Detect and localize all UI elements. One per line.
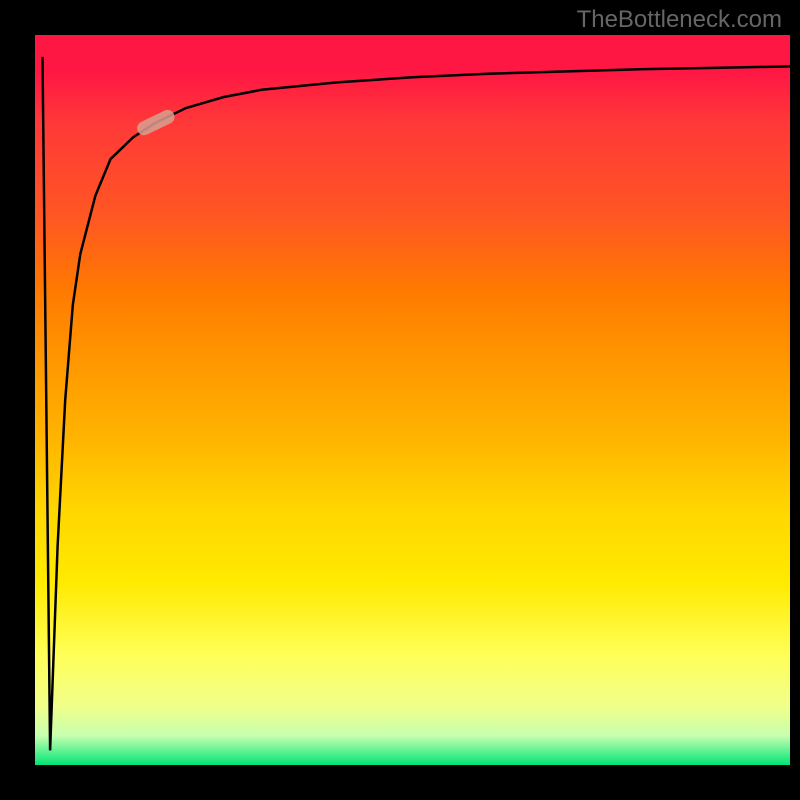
chart-container: TheBottleneck.com bbox=[0, 0, 800, 800]
bottleneck-curve-path bbox=[43, 57, 791, 751]
attribution-label: TheBottleneck.com bbox=[577, 6, 782, 34]
highlight-marker bbox=[135, 108, 177, 138]
curve-svg bbox=[35, 35, 790, 765]
